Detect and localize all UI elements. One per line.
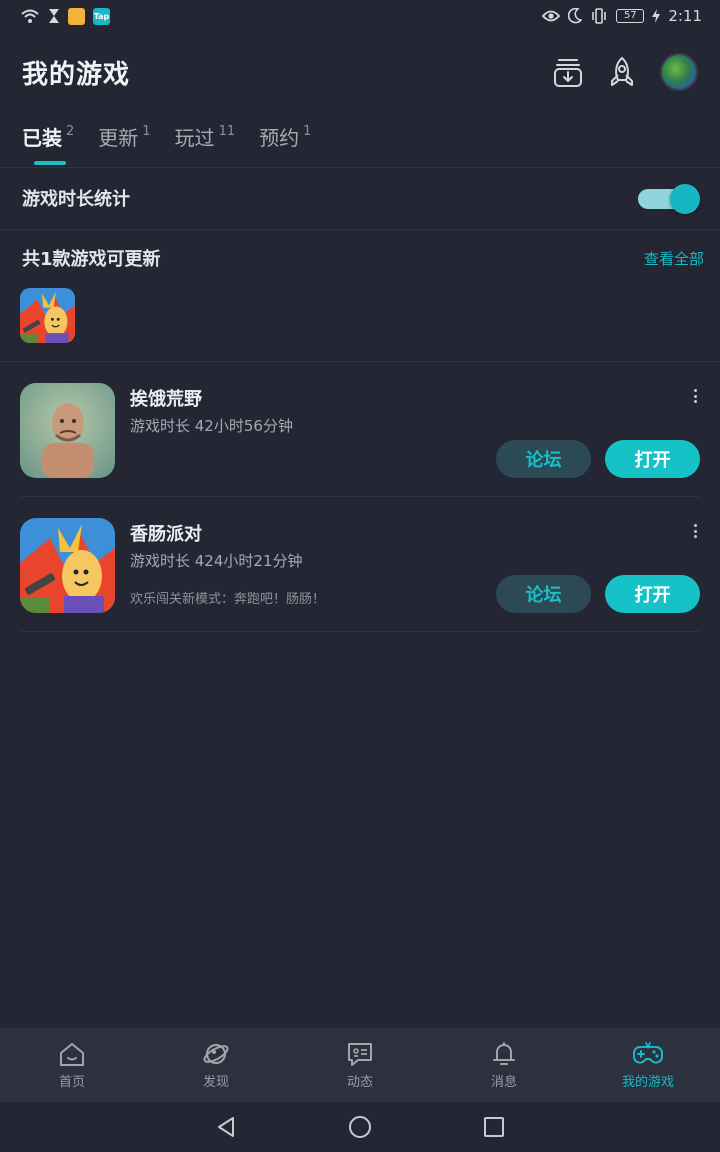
status-bar: Tap 57 2:11 — [0, 0, 720, 32]
vibrate-icon — [592, 8, 607, 24]
screen: Tap 57 2:11 我的游戏 已装 2 更新 1 玩过 11 预约 1 游戏… — [0, 0, 720, 1152]
user-avatar[interactable] — [660, 53, 698, 91]
tab-played[interactable]: 玩过 11 — [175, 122, 236, 165]
header-actions — [552, 53, 698, 91]
divider — [20, 631, 700, 632]
tab-updates[interactable]: 更新 1 — [98, 122, 150, 165]
chat-card-icon — [348, 1042, 372, 1066]
nav-discover[interactable]: 发现 — [156, 1041, 276, 1090]
updates-header: 共1款游戏可更新 查看全部 — [22, 240, 704, 276]
nav-label: 消息 — [490, 1074, 517, 1090]
header: 我的游戏 — [0, 40, 720, 104]
nav-messages[interactable]: 消息 — [444, 1041, 564, 1090]
more-options-button[interactable] — [690, 522, 700, 540]
game-boost-button[interactable] — [606, 56, 638, 88]
starve-wild-artwork — [20, 383, 115, 478]
playtime-stat-label: 游戏时长统计 — [22, 189, 130, 210]
page-title: 我的游戏 — [22, 59, 131, 90]
nav-feed[interactable]: 动态 — [300, 1041, 420, 1090]
open-game-button[interactable]: 打开 — [605, 440, 700, 478]
view-all-link[interactable]: 查看全部 — [644, 248, 704, 269]
forum-button[interactable]: 论坛 — [496, 575, 591, 613]
updates-title: 共1款游戏可更新 — [22, 249, 161, 270]
more-dot-icon — [693, 400, 697, 403]
divider — [0, 361, 720, 362]
game-update-note: 欢乐闯关新模式：奔跑吧！肠肠！ — [130, 592, 326, 607]
gamepad-icon — [633, 1041, 663, 1064]
sausage-party-artwork — [20, 518, 115, 613]
wifi-icon — [21, 9, 39, 23]
game-card[interactable]: 香肠派对 游戏时长 424小时21分钟 欢乐闯关新模式：奔跑吧！肠肠！ 论坛 打… — [20, 518, 700, 653]
moon-icon — [568, 8, 583, 24]
game-name: 香肠派对 — [130, 524, 202, 545]
update-game-icon[interactable] — [20, 288, 75, 343]
tab-bar: 已装 2 更新 1 玩过 11 预约 1 — [22, 122, 311, 165]
divider — [20, 496, 700, 497]
more-options-button[interactable] — [690, 387, 700, 405]
nav-my-games[interactable]: 我的游戏 — [588, 1041, 708, 1090]
active-tab-indicator — [34, 161, 66, 165]
nav-label: 动态 — [346, 1074, 373, 1090]
bottom-nav: 首页 发现 动态 消息 我的游戏 — [0, 1028, 720, 1102]
bell-icon — [493, 1041, 515, 1065]
playtime-stat-row: 游戏时长统计 — [22, 168, 700, 228]
more-dot-icon — [693, 535, 697, 538]
home-circle-icon[interactable] — [348, 1115, 372, 1139]
battery-indicator: 57 — [616, 9, 645, 23]
tab-count: 11 — [218, 124, 236, 139]
status-time: 2:11 — [668, 7, 702, 25]
sausage-party-artwork — [20, 288, 75, 343]
tab-label: 预约 — [259, 126, 300, 150]
recents-square-icon[interactable] — [482, 1115, 506, 1139]
back-triangle-icon[interactable] — [214, 1115, 238, 1139]
tab-label: 玩过 — [174, 126, 215, 150]
tab-reserved[interactable]: 预约 1 — [259, 122, 311, 165]
charging-icon — [652, 9, 661, 23]
more-dot-icon — [693, 389, 697, 392]
game-icon[interactable] — [20, 518, 115, 613]
rocket-icon — [611, 56, 633, 86]
tab-count: 1 — [303, 124, 312, 139]
open-game-button[interactable]: 打开 — [605, 575, 700, 613]
download-tray-icon — [554, 59, 582, 87]
nav-home[interactable]: 首页 — [12, 1041, 132, 1090]
forum-button[interactable]: 论坛 — [496, 440, 591, 478]
nav-label: 我的游戏 — [621, 1074, 674, 1090]
download-manager-button[interactable] — [552, 56, 584, 88]
more-dot-icon — [693, 524, 697, 527]
tap-notification-icon: Tap — [93, 7, 110, 25]
nav-label: 发现 — [202, 1074, 229, 1090]
playtime-stat-toggle[interactable] — [638, 184, 700, 214]
game-playtime: 游戏时长 424小时21分钟 — [130, 552, 303, 570]
game-playtime: 游戏时长 42小时56分钟 — [130, 417, 293, 435]
tab-label: 更新 — [98, 126, 139, 150]
status-left: Tap — [20, 7, 110, 25]
tab-installed[interactable]: 已装 2 — [22, 122, 74, 165]
tab-label: 已装 — [22, 126, 62, 150]
eye-icon — [542, 10, 561, 22]
app-notification-icon — [68, 7, 85, 25]
nav-label: 首页 — [58, 1074, 85, 1090]
more-dot-icon — [693, 529, 697, 533]
game-name: 挨饿荒野 — [130, 389, 202, 410]
more-dot-icon — [693, 394, 697, 398]
hourglass-icon — [49, 9, 59, 23]
game-card[interactable]: 挨饿荒野 游戏时长 42小时56分钟 论坛 打开 — [20, 383, 700, 518]
planet-icon — [203, 1043, 229, 1064]
system-nav-bar — [0, 1102, 720, 1152]
game-icon[interactable] — [20, 383, 115, 478]
status-right: 57 2:11 — [542, 7, 702, 25]
divider — [0, 229, 720, 230]
home-icon — [60, 1042, 84, 1066]
tab-count: 1 — [142, 124, 151, 139]
toggle-knob — [670, 184, 700, 214]
tab-count: 2 — [66, 124, 75, 139]
